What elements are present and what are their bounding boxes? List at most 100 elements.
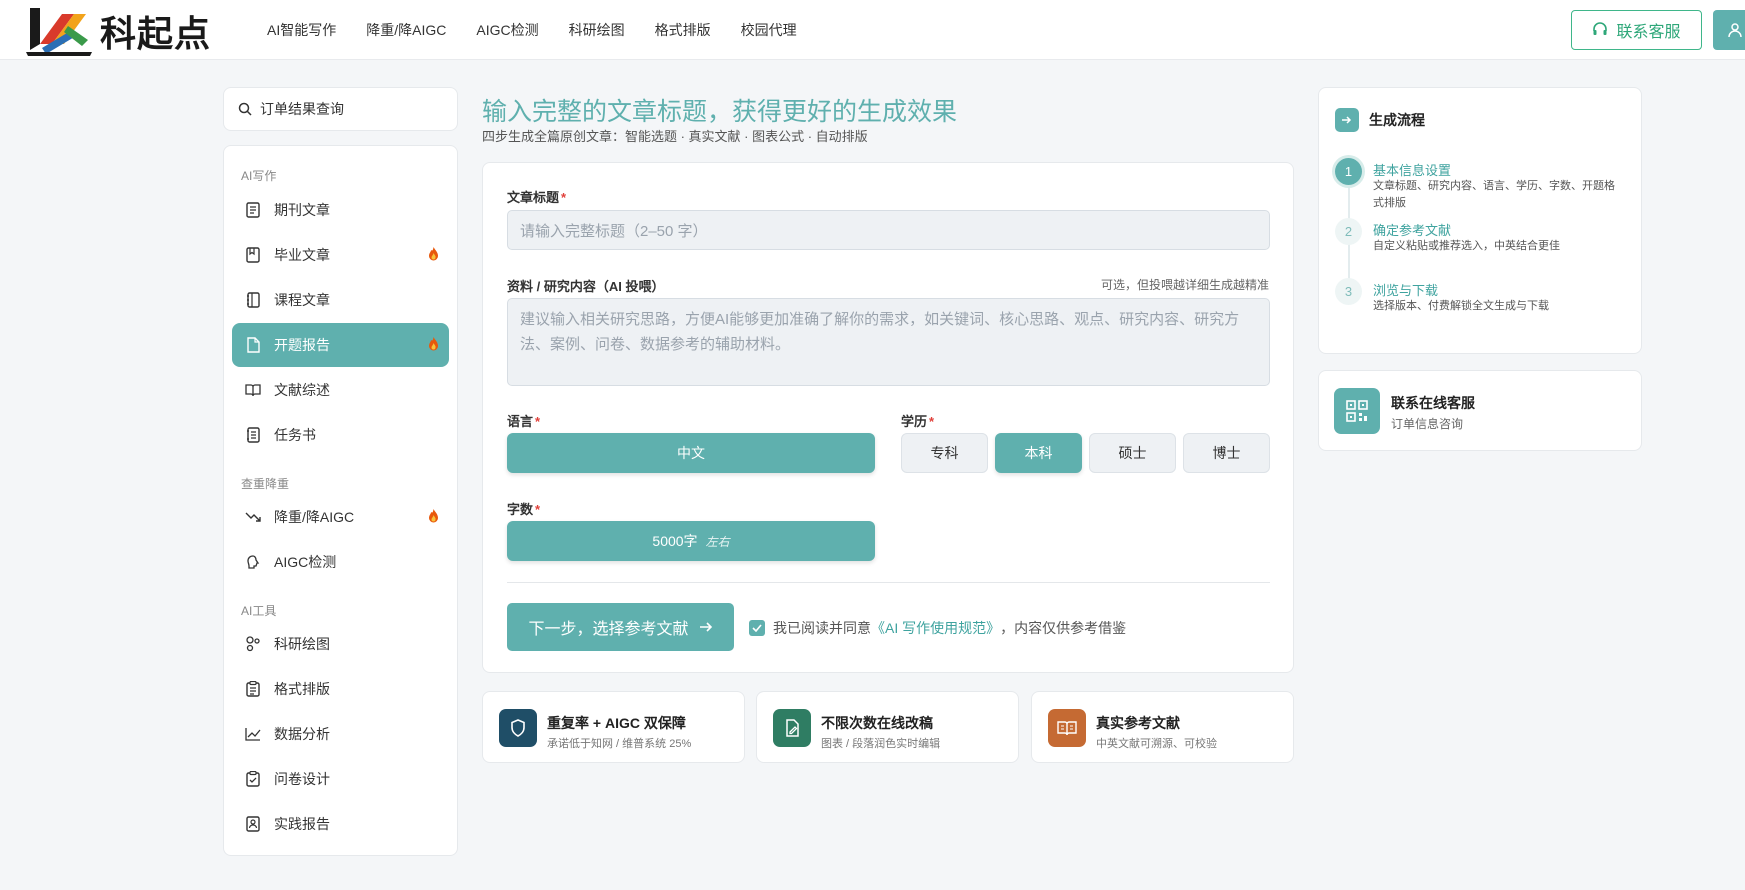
sidebar-item-graduation[interactable]: 毕业文章 [232,233,449,277]
edit-file-icon [773,709,811,747]
words-suffix: 左右 [705,534,730,549]
title-label: 文章标题 * [507,190,567,205]
logo-mark-icon [22,4,100,58]
sidebar-item-aigc-detect[interactable]: AIGC检测 [232,540,449,584]
user-button[interactable] [1713,10,1745,50]
sidebar-item-proposal[interactable]: 开题报告 [232,323,449,367]
order-search-button[interactable]: 订单结果查询 [223,87,458,131]
words-select[interactable]: 5000字 左右 [507,521,875,561]
sidebar-item-label: 开题报告 [274,337,330,353]
feature-title: 真实参考文献 [1096,715,1180,731]
material-textarea[interactable]: 建议输入相关研究思路，方便AI能够更加准确了解你的需求，如关键词、核心思路、观点… [507,298,1270,386]
shield-icon [499,709,537,747]
headset-icon [1593,22,1608,35]
service-desc: 订单信息咨询 [1391,417,1464,431]
language-select[interactable]: 中文 [507,433,875,473]
title-input[interactable]: 请输入完整标题（2–50 字） [507,210,1270,250]
feature-title: 不限次数在线改稿 [821,715,933,731]
id-card-icon [244,815,262,833]
sidebar-item-label: 实践报告 [274,816,330,832]
clipboard-check-icon [244,770,262,788]
sidebar-item-task-book[interactable]: 任务书 [232,413,449,457]
file-icon [244,336,262,354]
sidebar-item-label: AIGC检测 [274,554,337,570]
degree-option-master[interactable]: 硕士 [1089,433,1176,473]
nav-ai-writing[interactable]: AI智能写作 [267,20,336,40]
agree-prefix: 我已阅读并同意 [773,620,871,636]
generation-flow-card: 生成流程 1 基本信息设置 文章标题、研究内容、语言、学历、字数、开题格式排版 … [1318,87,1642,354]
step-number-2: 2 [1335,218,1362,245]
feature-desc: 图表 / 段落润色实时编辑 [821,738,941,750]
sidebar-item-practice-report[interactable]: 实践报告 [232,802,449,846]
words-value: 5000字 [652,533,698,549]
sidebar-item-label: 任务书 [274,427,316,443]
step-title: 确定参考文献 [1373,223,1452,238]
sidebar-group-ai-tools: AI工具 [241,604,277,618]
agree-checkbox[interactable] [749,620,765,636]
nav-formatting[interactable]: 格式排版 [655,20,711,40]
sidebar-item-data-analysis[interactable]: 数据分析 [232,712,449,756]
contact-service-label: 联系客服 [1616,24,1681,41]
degree-option-junior-college[interactable]: 专科 [901,433,988,473]
feature-title: 重复率 + AIGC 双保障 [547,715,686,731]
sidebar-item-label: 文献综述 [274,382,330,398]
sidebar-item-journal[interactable]: 期刊文章 [232,188,449,232]
book-icon [244,246,262,264]
open-book-icon [244,381,262,399]
step-title: 基本信息设置 [1373,163,1452,178]
brain-icon [244,553,262,571]
usage-policy-link[interactable]: 《AI 写作使用规范》 [871,618,1000,638]
sidebar-item-reduce-aigc[interactable]: 降重/降AIGC [232,495,449,539]
sidebar-item-questionnaire[interactable]: 问卷设计 [232,757,449,801]
form-divider [507,582,1270,583]
nav-campus-agent[interactable]: 校园代理 [741,20,797,40]
sidebar-item-sci-drawing[interactable]: 科研绘图 [232,622,449,666]
agreement: 我已阅读并同意 《AI 写作使用规范》 ，内容仅供参考借鉴 [749,618,1126,638]
words-label: 字数 * [507,502,541,517]
step-desc: 自定义粘贴或推荐选入，中英结合更佳 [1373,240,1560,252]
sidebar-item-label: 降重/降AIGC [274,509,355,525]
online-service-card[interactable]: 联系在线客服 订单信息咨询 [1318,370,1642,451]
sidebar-item-course[interactable]: 课程文章 [232,278,449,322]
sidebar: AI写作 期刊文章 毕业文章 课程文章 开题报告 文献综述 任务书 查重降重 降… [223,145,458,856]
feature-card-revisions: 不限次数在线改稿 图表 / 段落润色实时编辑 [756,691,1019,763]
sidebar-item-label: 毕业文章 [274,247,330,263]
agree-suffix: ，内容仅供参考借鉴 [1000,620,1127,636]
book-open-icon [1048,709,1086,747]
main-nav: AI智能写作 降重/降AIGC AIGC检测 科研绘图 格式排版 校园代理 [267,0,827,60]
line-chart-icon [244,725,262,743]
document-icon [244,201,262,219]
sidebar-group-reduce: 查重降重 [241,477,290,491]
trend-down-icon [244,508,262,526]
contact-service-button[interactable]: 联系客服 [1571,10,1702,50]
degree-option-bachelor[interactable]: 本科 [995,433,1082,473]
step-desc: 选择版本、付费解锁全文生成与下载 [1373,300,1549,312]
degree-label: 学历 * [901,414,935,429]
flow-title: 生成流程 [1369,112,1425,128]
sidebar-item-label: 格式排版 [274,681,330,697]
step-title: 浏览与下载 [1373,283,1439,298]
logo[interactable]: 科起点 [22,4,211,58]
brand-name: 科起点 [100,14,212,55]
hot-fire-icon [428,509,439,526]
search-icon [238,102,252,116]
qr-code-icon [1334,388,1380,434]
degree-option-doctor[interactable]: 博士 [1183,433,1270,473]
shapes-icon [244,635,262,653]
step-desc: 文章标题、研究内容、语言、学历、字数、开题格式排版 [1373,180,1615,209]
feature-card-references: 真实参考文献 中英文献可溯源、可校验 [1031,691,1294,763]
next-step-button[interactable]: 下一步，选择参考文献 [507,603,734,651]
nav-aigc-detect[interactable]: AIGC检测 [476,20,538,40]
nav-sci-drawing[interactable]: 科研绘图 [569,20,625,40]
sidebar-group-ai-writing: AI写作 [241,169,277,183]
language-label: 语言 * [507,414,541,429]
list-doc-icon [244,426,262,444]
hot-fire-icon [428,247,439,264]
nav-reduce-aigc[interactable]: 降重/降AIGC [366,20,446,40]
notebook-icon [244,291,262,309]
top-header: 科起点 AI智能写作 降重/降AIGC AIGC检测 科研绘图 格式排版 校园代… [0,0,1745,60]
sidebar-item-formatting[interactable]: 格式排版 [232,667,449,711]
page-subtitle: 四步生成全篇原创文章：智能选题 · 真实文献 · 图表公式 · 自动排版 [482,129,868,144]
sidebar-item-literature-review[interactable]: 文献综述 [232,368,449,412]
material-label: 资料 / 研究内容（AI 投喂） [507,279,665,294]
